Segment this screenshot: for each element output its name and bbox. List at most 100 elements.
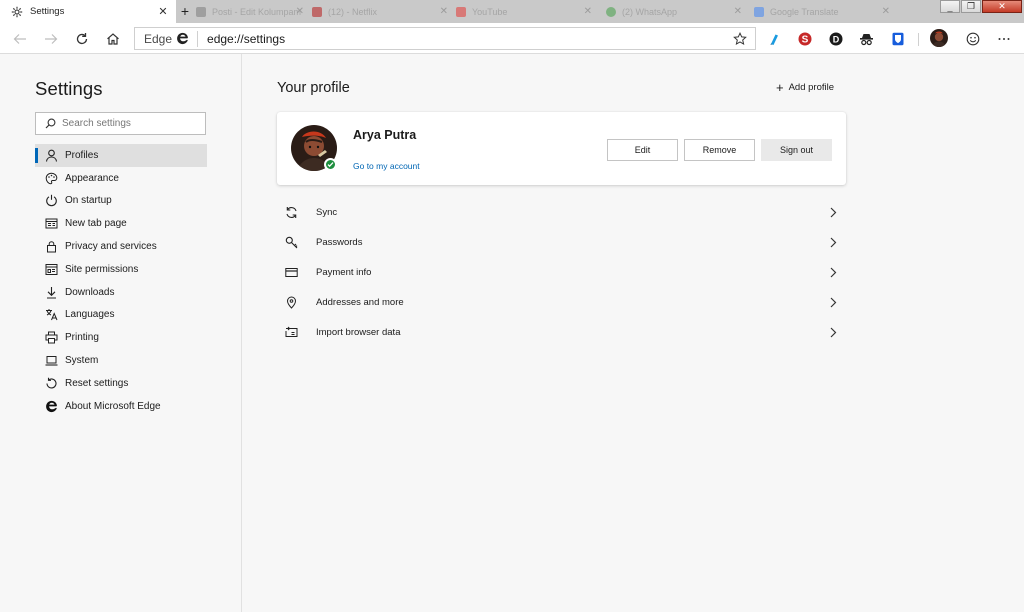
minimize-button[interactable]: _ xyxy=(940,0,960,13)
sidebar-item-appearance[interactable]: Appearance xyxy=(35,167,207,190)
feedback-smiley-icon[interactable] xyxy=(965,31,980,46)
window-controls: _ ❐ ✕ xyxy=(939,0,1022,13)
sidebar-item-label: Appearance xyxy=(65,172,119,184)
chevron-right-icon xyxy=(828,296,838,308)
import-icon xyxy=(284,325,298,339)
search-settings-box[interactable] xyxy=(35,112,206,135)
sidebar-item-printing[interactable]: Printing xyxy=(35,326,207,349)
close-tab-icon[interactable]: ✕ xyxy=(584,6,592,17)
chevron-right-icon xyxy=(828,326,838,338)
row-sync[interactable]: Sync xyxy=(277,197,846,227)
checkmark-badge-icon xyxy=(324,158,337,171)
close-tab-icon[interactable]: ✕ xyxy=(157,6,169,18)
background-tab[interactable]: YouTube ✕ xyxy=(456,0,596,23)
go-to-account-link[interactable]: Go to my account xyxy=(353,161,420,171)
edit-button[interactable]: Edit xyxy=(607,139,678,161)
add-profile-button[interactable]: + Add profile xyxy=(776,79,834,95)
sidebar-item-label: On startup xyxy=(65,195,112,207)
maximize-button[interactable]: ❐ xyxy=(961,0,981,13)
d-extension-icon[interactable]: D xyxy=(828,31,843,46)
tab-settings[interactable]: Settings ✕ xyxy=(0,0,176,23)
sidebar-item-reset-settings[interactable]: Reset settings xyxy=(35,372,207,395)
sidebar-nav: Profiles Appearance On startup New tab p… xyxy=(35,144,207,418)
pen-extension-icon[interactable] xyxy=(766,31,781,46)
profile-avatar[interactable] xyxy=(930,29,948,47)
edge-logo-icon xyxy=(44,399,58,413)
person-icon xyxy=(44,148,58,162)
search-input[interactable] xyxy=(62,118,192,129)
edge-logo-icon xyxy=(177,32,188,45)
sidebar-item-label: Printing xyxy=(65,332,99,344)
sidebar-item-system[interactable]: System xyxy=(35,349,207,372)
more-options-icon[interactable] xyxy=(996,31,1011,46)
bitwarden-extension-icon[interactable] xyxy=(890,31,905,46)
sidebar-item-profiles[interactable]: Profiles xyxy=(35,144,207,167)
profile-name: Arya Putra xyxy=(353,128,417,142)
sidebar-item-downloads[interactable]: Downloads xyxy=(35,281,207,304)
row-import-browser-data[interactable]: Import browser data xyxy=(277,317,846,347)
incognito-extension-icon[interactable] xyxy=(859,31,874,46)
home-icon xyxy=(107,33,119,45)
background-tab[interactable]: Google Translate ✕ xyxy=(754,0,894,23)
tab-strip: Settings ✕ + Posti - Edit Kolumpam ✕ (12… xyxy=(0,0,1024,23)
card-icon xyxy=(284,265,298,279)
sidebar-item-site-permissions[interactable]: Site permissions xyxy=(35,258,207,281)
background-tab[interactable]: Posti - Edit Kolumpam ✕ xyxy=(196,0,308,23)
row-payment-info[interactable]: Payment info xyxy=(277,257,846,287)
sidebar-item-new-tab-page[interactable]: New tab page xyxy=(35,212,207,235)
sidebar-item-privacy[interactable]: Privacy and services xyxy=(35,235,207,258)
back-arrow-icon xyxy=(13,34,26,44)
favorite-star-icon[interactable] xyxy=(733,31,747,46)
forward-button[interactable] xyxy=(41,29,61,49)
palette-icon xyxy=(44,171,58,185)
sidebar-item-about[interactable]: About Microsoft Edge xyxy=(35,395,207,418)
sidebar-item-label: About Microsoft Edge xyxy=(65,400,161,412)
back-button[interactable] xyxy=(10,29,30,49)
download-icon xyxy=(44,285,58,299)
close-window-button[interactable]: ✕ xyxy=(982,0,1022,13)
sidebar-item-languages[interactable]: Languages xyxy=(35,304,207,327)
profile-card: Arya Putra Go to my account Edit Remove … xyxy=(277,112,846,185)
refresh-icon xyxy=(76,33,88,45)
profile-options-list: Sync Passwords Payment info Addresses an… xyxy=(277,197,846,347)
url-text[interactable]: edge://settings xyxy=(207,32,733,46)
tab-title: Settings xyxy=(30,6,65,17)
close-tab-icon[interactable]: ✕ xyxy=(882,6,890,17)
tab-title: YouTube xyxy=(472,6,508,17)
reset-icon xyxy=(44,376,58,390)
background-tab[interactable]: (2) WhatsApp ✕ xyxy=(606,0,746,23)
sidebar-item-on-startup[interactable]: On startup xyxy=(35,190,207,213)
close-tab-icon[interactable]: ✕ xyxy=(440,6,448,17)
row-label: Payment info xyxy=(316,266,372,278)
location-icon xyxy=(284,295,298,309)
new-tab-button[interactable]: + xyxy=(177,3,193,19)
toolbar: Edge edge://settings S D xyxy=(0,23,1024,54)
settings-main: Your profile + Add profile Arya Putra Go… xyxy=(242,54,1024,612)
sidebar-item-label: Privacy and services xyxy=(65,241,157,253)
s-extension-icon[interactable]: S xyxy=(797,31,812,46)
row-addresses[interactable]: Addresses and more xyxy=(277,287,846,317)
row-label: Import browser data xyxy=(316,326,401,338)
sidebar-item-label: Languages xyxy=(65,309,115,321)
row-passwords[interactable]: Passwords xyxy=(277,227,846,257)
address-bar[interactable]: Edge edge://settings xyxy=(134,27,756,50)
newtab-icon xyxy=(44,217,58,231)
remove-button[interactable]: Remove xyxy=(684,139,755,161)
chevron-right-icon xyxy=(828,236,838,248)
home-button[interactable] xyxy=(103,29,123,49)
close-tab-icon[interactable]: ✕ xyxy=(296,6,304,17)
background-tab[interactable]: (12) - Netflix ✕ xyxy=(312,0,452,23)
close-tab-icon[interactable]: ✕ xyxy=(734,6,742,17)
tab-title: (12) - Netflix xyxy=(328,6,378,17)
sign-out-button[interactable]: Sign out xyxy=(761,139,832,161)
tab-favicon xyxy=(196,6,206,17)
printer-icon xyxy=(44,331,58,345)
languages-icon xyxy=(44,308,58,322)
tab-favicon xyxy=(754,6,764,17)
plus-icon: + xyxy=(776,79,784,95)
refresh-button[interactable] xyxy=(72,29,92,49)
sync-icon xyxy=(284,205,298,219)
gear-icon xyxy=(11,6,23,18)
tab-title: (2) WhatsApp xyxy=(622,6,678,17)
page-title: Your profile xyxy=(277,80,350,96)
